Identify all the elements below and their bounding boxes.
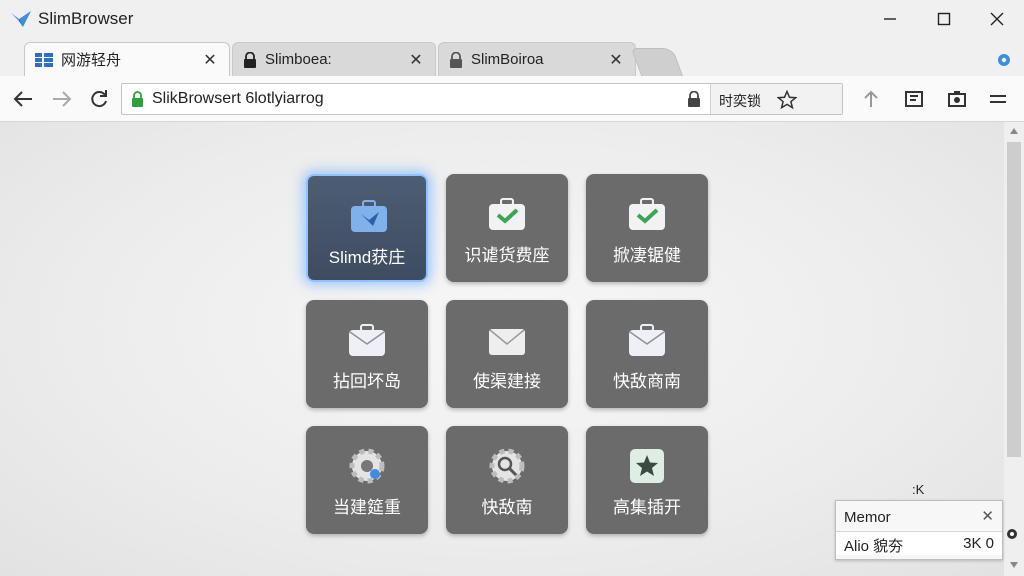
speed-dial-tile[interactable]: 快敌商南: [586, 300, 708, 408]
tile-label: 拈回坏岛: [333, 372, 401, 391]
tab-label: Slimboea:: [265, 51, 332, 68]
address-bar-label[interactable]: 时奕锁: [719, 91, 761, 111]
popup-row-label: Alio 貌夯: [844, 538, 904, 555]
maximize-icon: [937, 12, 951, 26]
reader-button[interactable]: [900, 85, 928, 113]
scroll-down-icon[interactable]: [1010, 562, 1018, 568]
tab-close-icon[interactable]: ✕: [607, 50, 625, 70]
tile-label: 快敌商南: [613, 372, 681, 391]
arrow-up-icon: [864, 90, 878, 107]
tile-label: Slimd获庄: [328, 248, 406, 267]
address-bar-actions: 时奕锁: [688, 84, 842, 114]
tab-strip: 网游轻舟 ✕ Slimboea: ✕ SlimBoiroa ✕: [0, 38, 1024, 76]
tab-label: SlimBoiroa: [471, 51, 544, 68]
mail-icon: [489, 329, 525, 355]
lock-icon: [450, 51, 462, 68]
bird-briefcase-icon: [351, 200, 387, 232]
navigation-toolbar: SlikBrowsert 6lotlyiarrog 时奕锁: [0, 76, 1024, 122]
tile-label: 使渠建接: [473, 372, 541, 391]
refresh-icon: [91, 90, 107, 108]
tile-label: 高集插开: [613, 498, 681, 517]
check-briefcase-icon: [629, 198, 665, 230]
secure-lock-icon: [132, 91, 143, 107]
address-bar[interactable]: SlikBrowsert 6lotlyiarrog 时奕锁: [121, 83, 843, 115]
tab-close-icon[interactable]: ✕: [407, 50, 425, 70]
tab-3[interactable]: SlimBoiroa ✕: [438, 42, 636, 76]
title-bar: SlimBrowser: [0, 0, 1024, 38]
scrollbar-thumb[interactable]: [1007, 142, 1021, 457]
minimize-button[interactable]: [875, 6, 905, 32]
screenshot-button[interactable]: [943, 85, 971, 113]
close-icon: [990, 12, 1004, 26]
book-icon: [905, 91, 923, 107]
upload-button[interactable]: [857, 85, 885, 113]
menu-button[interactable]: [984, 85, 1012, 113]
popup-close-icon[interactable]: ✕: [981, 507, 994, 525]
popup-row-value: 3K 0: [963, 535, 994, 552]
hamburger-menu-icon: [990, 95, 1006, 103]
lock-icon[interactable]: [687, 91, 701, 107]
speed-dial-tile[interactable]: 识谑货费座: [446, 174, 568, 282]
check-briefcase-icon: [489, 198, 525, 230]
mail-briefcase-icon: [349, 324, 385, 356]
speed-dial-tile[interactable]: Slimd获庄: [306, 174, 428, 282]
arrow-right-icon: [53, 91, 72, 107]
grid-icon: [35, 52, 53, 67]
tile-label: 识谑货费座: [464, 246, 550, 265]
camera-icon: [948, 91, 966, 107]
reload-button[interactable]: [85, 85, 113, 113]
tab-2[interactable]: Slimboea: ✕: [232, 42, 436, 76]
speed-dial-tile[interactable]: 掀凄锯健: [586, 174, 708, 282]
speed-dial-tile[interactable]: 快敌南: [446, 426, 568, 534]
tile-label: 快敌南: [481, 498, 533, 517]
tab-close-icon[interactable]: ✕: [201, 50, 219, 70]
forward-button[interactable]: [48, 85, 76, 113]
popup-row[interactable]: Alio 貌夯 3K 0: [836, 531, 1002, 555]
tile-label: 掀凄锯健: [613, 246, 681, 265]
vertical-scrollbar[interactable]: [1004, 122, 1024, 576]
close-window-button[interactable]: [982, 6, 1012, 32]
star-icon: [630, 449, 664, 483]
speed-dial-tile[interactable]: 当建筵重: [306, 426, 428, 534]
tile-label: 当建筵重: [333, 498, 401, 517]
speed-dial-tile[interactable]: 高集插开: [586, 426, 708, 534]
memory-popup: Memor ✕ Alio 貌夯 3K 0: [835, 500, 1003, 560]
arrow-left-icon: [13, 91, 32, 107]
scroll-up-icon[interactable]: [1010, 128, 1018, 134]
mail-briefcase-icon: [629, 324, 665, 356]
extension-gear-icon[interactable]: [996, 52, 1012, 68]
speed-dial-tile[interactable]: 拈回坏岛: [306, 300, 428, 408]
tab-1[interactable]: 网游轻舟 ✕: [24, 42, 230, 76]
star-bookmark-icon[interactable]: [777, 90, 797, 110]
lock-icon: [244, 51, 256, 68]
slimbrowser-logo-icon: [11, 11, 31, 27]
back-button[interactable]: [9, 85, 37, 113]
maximize-button[interactable]: [929, 6, 959, 32]
speed-dial-tile[interactable]: 使渠建接: [446, 300, 568, 408]
gear-status-icon[interactable]: [1006, 528, 1018, 540]
popup-title: Memor: [844, 509, 891, 526]
corner-label: :K: [912, 482, 925, 497]
gear-icon: [349, 448, 385, 484]
tab-label: 网游轻舟: [61, 52, 122, 69]
new-tab-button[interactable]: [630, 48, 684, 76]
minimize-icon: [884, 18, 896, 20]
gear-search-icon: [489, 448, 525, 484]
url-text[interactable]: SlikBrowsert 6lotlyiarrog: [152, 90, 324, 108]
window-title: SlimBrowser: [38, 9, 134, 28]
